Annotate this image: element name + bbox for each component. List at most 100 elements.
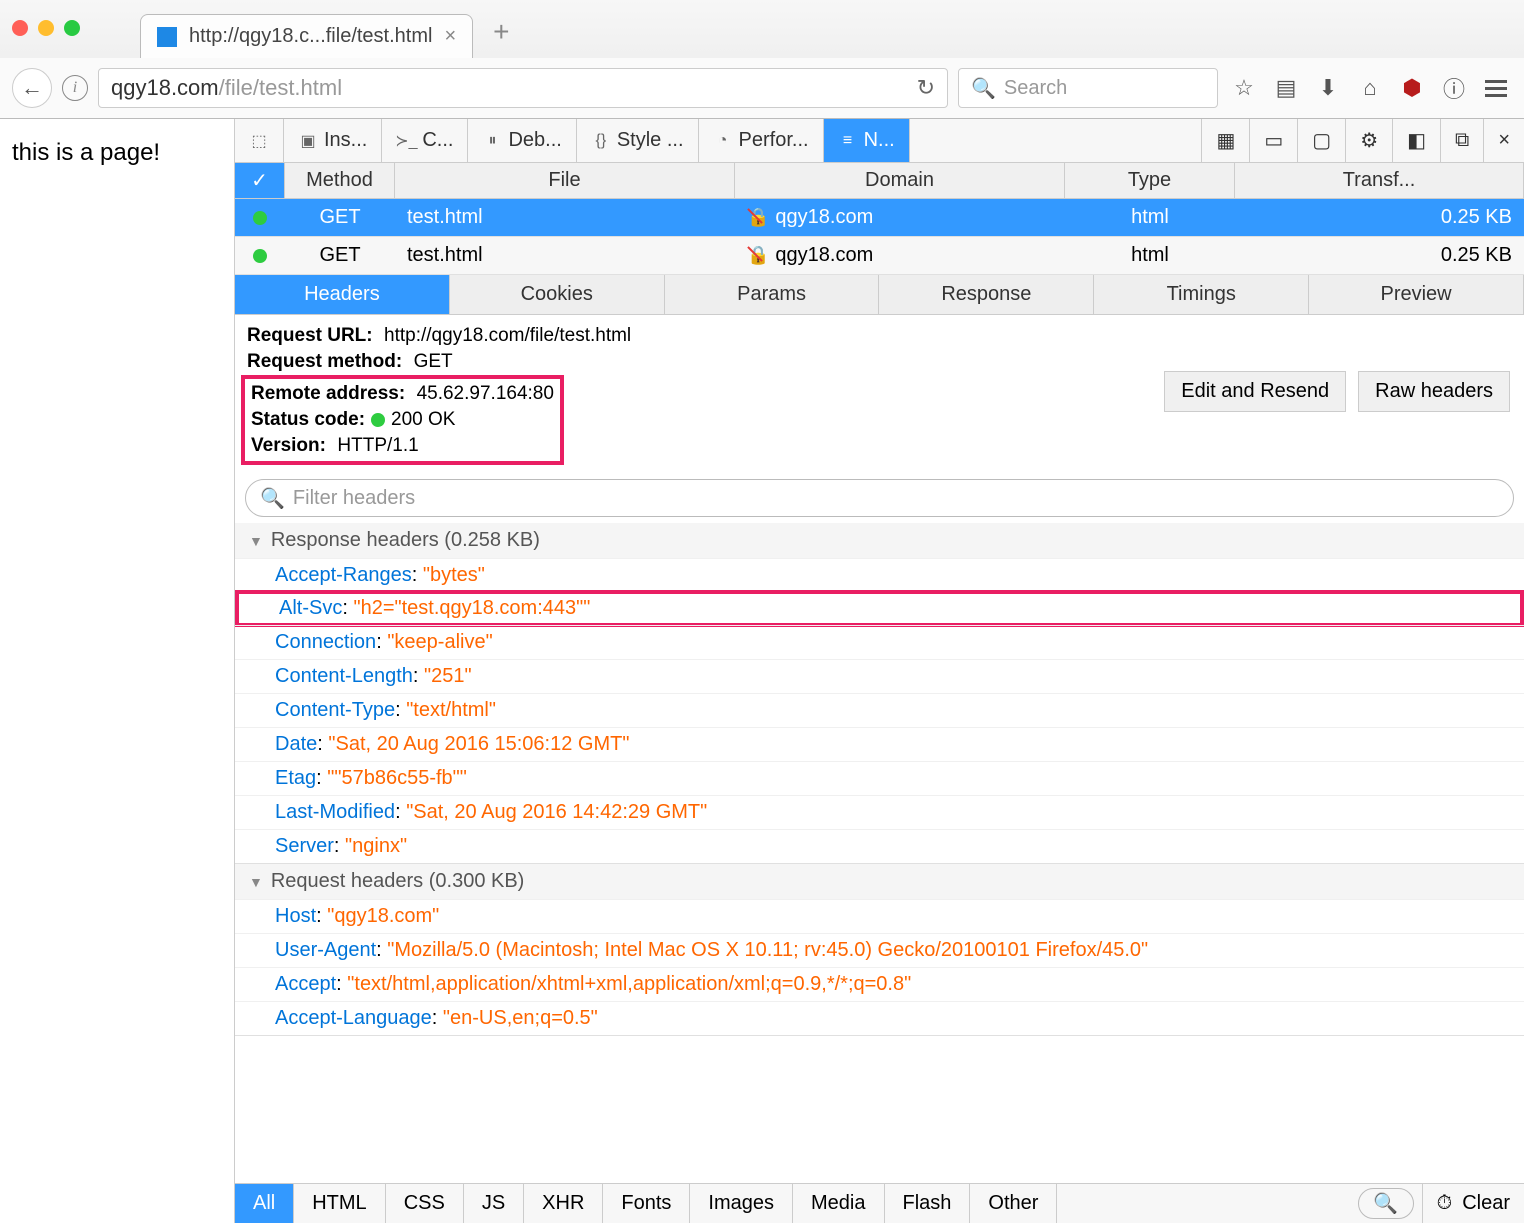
- status-code-value: 200 OK: [391, 409, 455, 430]
- header-value: "qgy18.com": [327, 905, 439, 927]
- new-tab-button[interactable]: +: [493, 16, 509, 48]
- header-row: Etag: ""57b86c55-fb"": [235, 761, 1524, 795]
- url-bar[interactable]: qgy18.com/file/test.html ↻: [98, 68, 948, 108]
- dock-side-icon[interactable]: ◧: [1392, 119, 1440, 162]
- column-transferred[interactable]: Transf...: [1235, 163, 1524, 198]
- close-window-button[interactable]: [12, 20, 28, 36]
- raw-headers-button[interactable]: Raw headers: [1358, 371, 1510, 412]
- frame-select-icon[interactable]: ▢: [1297, 119, 1345, 162]
- detail-tab-preview[interactable]: Preview: [1309, 275, 1524, 314]
- column-domain[interactable]: Domain: [735, 163, 1065, 198]
- stopwatch-icon[interactable]: ⏱: [1437, 1192, 1453, 1215]
- footer-filter-flash[interactable]: Flash: [885, 1184, 971, 1223]
- scratchpad-icon[interactable]: ▭: [1249, 119, 1297, 162]
- header-name: User-Agent: [275, 939, 376, 961]
- column-file[interactable]: File: [395, 163, 735, 198]
- tab-console[interactable]: ≻_C...: [382, 119, 468, 162]
- settings-gear-icon[interactable]: ⚙: [1345, 119, 1392, 162]
- maximize-window-button[interactable]: [64, 20, 80, 36]
- back-button[interactable]: ←: [12, 68, 52, 108]
- header-value: "Mozilla/5.0 (Macintosh; Intel Mac OS X …: [387, 939, 1148, 961]
- info-circle-icon[interactable]: ⓘ: [1438, 72, 1470, 104]
- detail-tab-timings[interactable]: Timings: [1094, 275, 1309, 314]
- browser-tab[interactable]: http://qgy18.c...file/test.html ×: [140, 14, 473, 58]
- header-row: Date: "Sat, 20 Aug 2016 15:06:12 GMT": [235, 727, 1524, 761]
- ublock-icon[interactable]: ⬢: [1396, 72, 1428, 104]
- site-info-icon[interactable]: i: [62, 75, 88, 101]
- edit-resend-button[interactable]: Edit and Resend: [1164, 371, 1346, 412]
- header-name: Etag: [275, 767, 316, 789]
- inspector-picker-button[interactable]: ⬚: [235, 119, 284, 162]
- header-name: Alt-Svc: [279, 597, 342, 619]
- devtools-panel: ⬚ ▣Ins... ≻_C... ⏸Deb... {}Style ... ◔Pe…: [234, 119, 1524, 1223]
- column-type[interactable]: Type: [1065, 163, 1235, 198]
- home-icon[interactable]: ⌂: [1354, 72, 1386, 104]
- header-name: Date: [275, 733, 317, 755]
- response-headers-toggle[interactable]: ▼ Response headers (0.258 KB): [235, 523, 1524, 558]
- tab-close-icon[interactable]: ×: [444, 25, 456, 48]
- footer-filter-html[interactable]: HTML: [294, 1184, 385, 1223]
- request-url-label: Request URL:: [247, 325, 373, 346]
- tab-performance[interactable]: ◔Perfor...: [699, 119, 824, 162]
- cell-transferred: 0.25 KB: [1235, 237, 1524, 274]
- header-value: "text/html,application/xhtml+xml,applica…: [347, 973, 911, 995]
- request-headers-list: Host: "qgy18.com"User-Agent: "Mozilla/5.…: [235, 899, 1524, 1035]
- detail-tab-headers[interactable]: Headers: [235, 275, 450, 314]
- header-row: Alt-Svc: "h2="test.qgy18.com:443"": [235, 590, 1524, 627]
- detail-tab-params[interactable]: Params: [665, 275, 880, 314]
- menu-button[interactable]: [1480, 72, 1512, 104]
- reload-icon[interactable]: ↻: [917, 75, 935, 101]
- footer-search-button[interactable]: 🔍: [1358, 1188, 1414, 1219]
- footer-filter-xhr[interactable]: XHR: [524, 1184, 603, 1223]
- bookmark-star-icon[interactable]: ☆: [1228, 72, 1260, 104]
- tab-title: http://qgy18.c...file/test.html: [189, 25, 432, 48]
- summary-buttons: Edit and Resend Raw headers: [1164, 371, 1510, 412]
- header-name: Content-Type: [275, 699, 395, 721]
- detail-tab-cookies[interactable]: Cookies: [450, 275, 665, 314]
- request-headers-toggle[interactable]: ▼ Request headers (0.300 KB): [235, 864, 1524, 899]
- cell-type: html: [1065, 237, 1235, 274]
- clear-button[interactable]: Clear: [1462, 1192, 1510, 1215]
- responsive-design-icon[interactable]: ▦: [1201, 119, 1249, 162]
- footer-filter-fonts[interactable]: Fonts: [603, 1184, 690, 1223]
- minimize-window-button[interactable]: [38, 20, 54, 36]
- header-value: "en-US,en;q=0.5": [443, 1007, 598, 1029]
- tab-network[interactable]: ≡N...: [824, 119, 910, 162]
- footer-filter-media[interactable]: Media: [793, 1184, 884, 1223]
- footer-filter-other[interactable]: Other: [970, 1184, 1057, 1223]
- header-row: Host: "qgy18.com": [235, 899, 1524, 933]
- search-box[interactable]: 🔍 Search: [958, 68, 1218, 108]
- detail-tab-response[interactable]: Response: [879, 275, 1094, 314]
- url-path: /file/test.html: [219, 75, 342, 101]
- cell-file: test.html: [395, 237, 735, 274]
- header-row: Last-Modified: "Sat, 20 Aug 2016 14:42:2…: [235, 795, 1524, 829]
- request-row[interactable]: GETtest.html🔒qgy18.comhtml0.25 KB: [235, 199, 1524, 237]
- page-text: this is a page!: [12, 139, 160, 166]
- status-dot-icon: [253, 211, 267, 225]
- request-method-value: GET: [414, 351, 453, 372]
- header-value: "Sat, 20 Aug 2016 14:42:29 GMT": [406, 801, 707, 823]
- devtools-close-icon[interactable]: ×: [1483, 119, 1524, 162]
- reading-list-icon[interactable]: ▤: [1270, 72, 1302, 104]
- request-headers-title: Request headers (0.300 KB): [271, 870, 525, 893]
- insecure-lock-icon: 🔒: [747, 245, 769, 266]
- column-method[interactable]: Method: [285, 163, 395, 198]
- triangle-down-icon: ▼: [249, 874, 263, 890]
- filter-headers-input[interactable]: 🔍 Filter headers: [245, 479, 1514, 517]
- hamburger-icon: [1485, 80, 1507, 97]
- column-check[interactable]: ✓: [235, 163, 285, 198]
- footer-filter-all[interactable]: All: [235, 1184, 294, 1223]
- footer-filter-images[interactable]: Images: [690, 1184, 793, 1223]
- footer-filter-js[interactable]: JS: [464, 1184, 524, 1223]
- footer-filter-css[interactable]: CSS: [386, 1184, 464, 1223]
- favicon-icon: [157, 27, 177, 47]
- dock-separate-icon[interactable]: ⧉: [1440, 119, 1483, 162]
- tab-inspector[interactable]: ▣Ins...: [284, 119, 382, 162]
- request-row[interactable]: GETtest.html🔒qgy18.comhtml0.25 KB: [235, 237, 1524, 275]
- header-name: Connection: [275, 631, 376, 653]
- insecure-lock-icon: 🔒: [747, 207, 769, 228]
- downloads-icon[interactable]: ⬇: [1312, 72, 1344, 104]
- tab-debugger[interactable]: ⏸Deb...: [468, 119, 576, 162]
- tab-style-editor[interactable]: {}Style ...: [577, 119, 699, 162]
- headers-panel: Request URL: http://qgy18.com/file/test.…: [235, 315, 1524, 1183]
